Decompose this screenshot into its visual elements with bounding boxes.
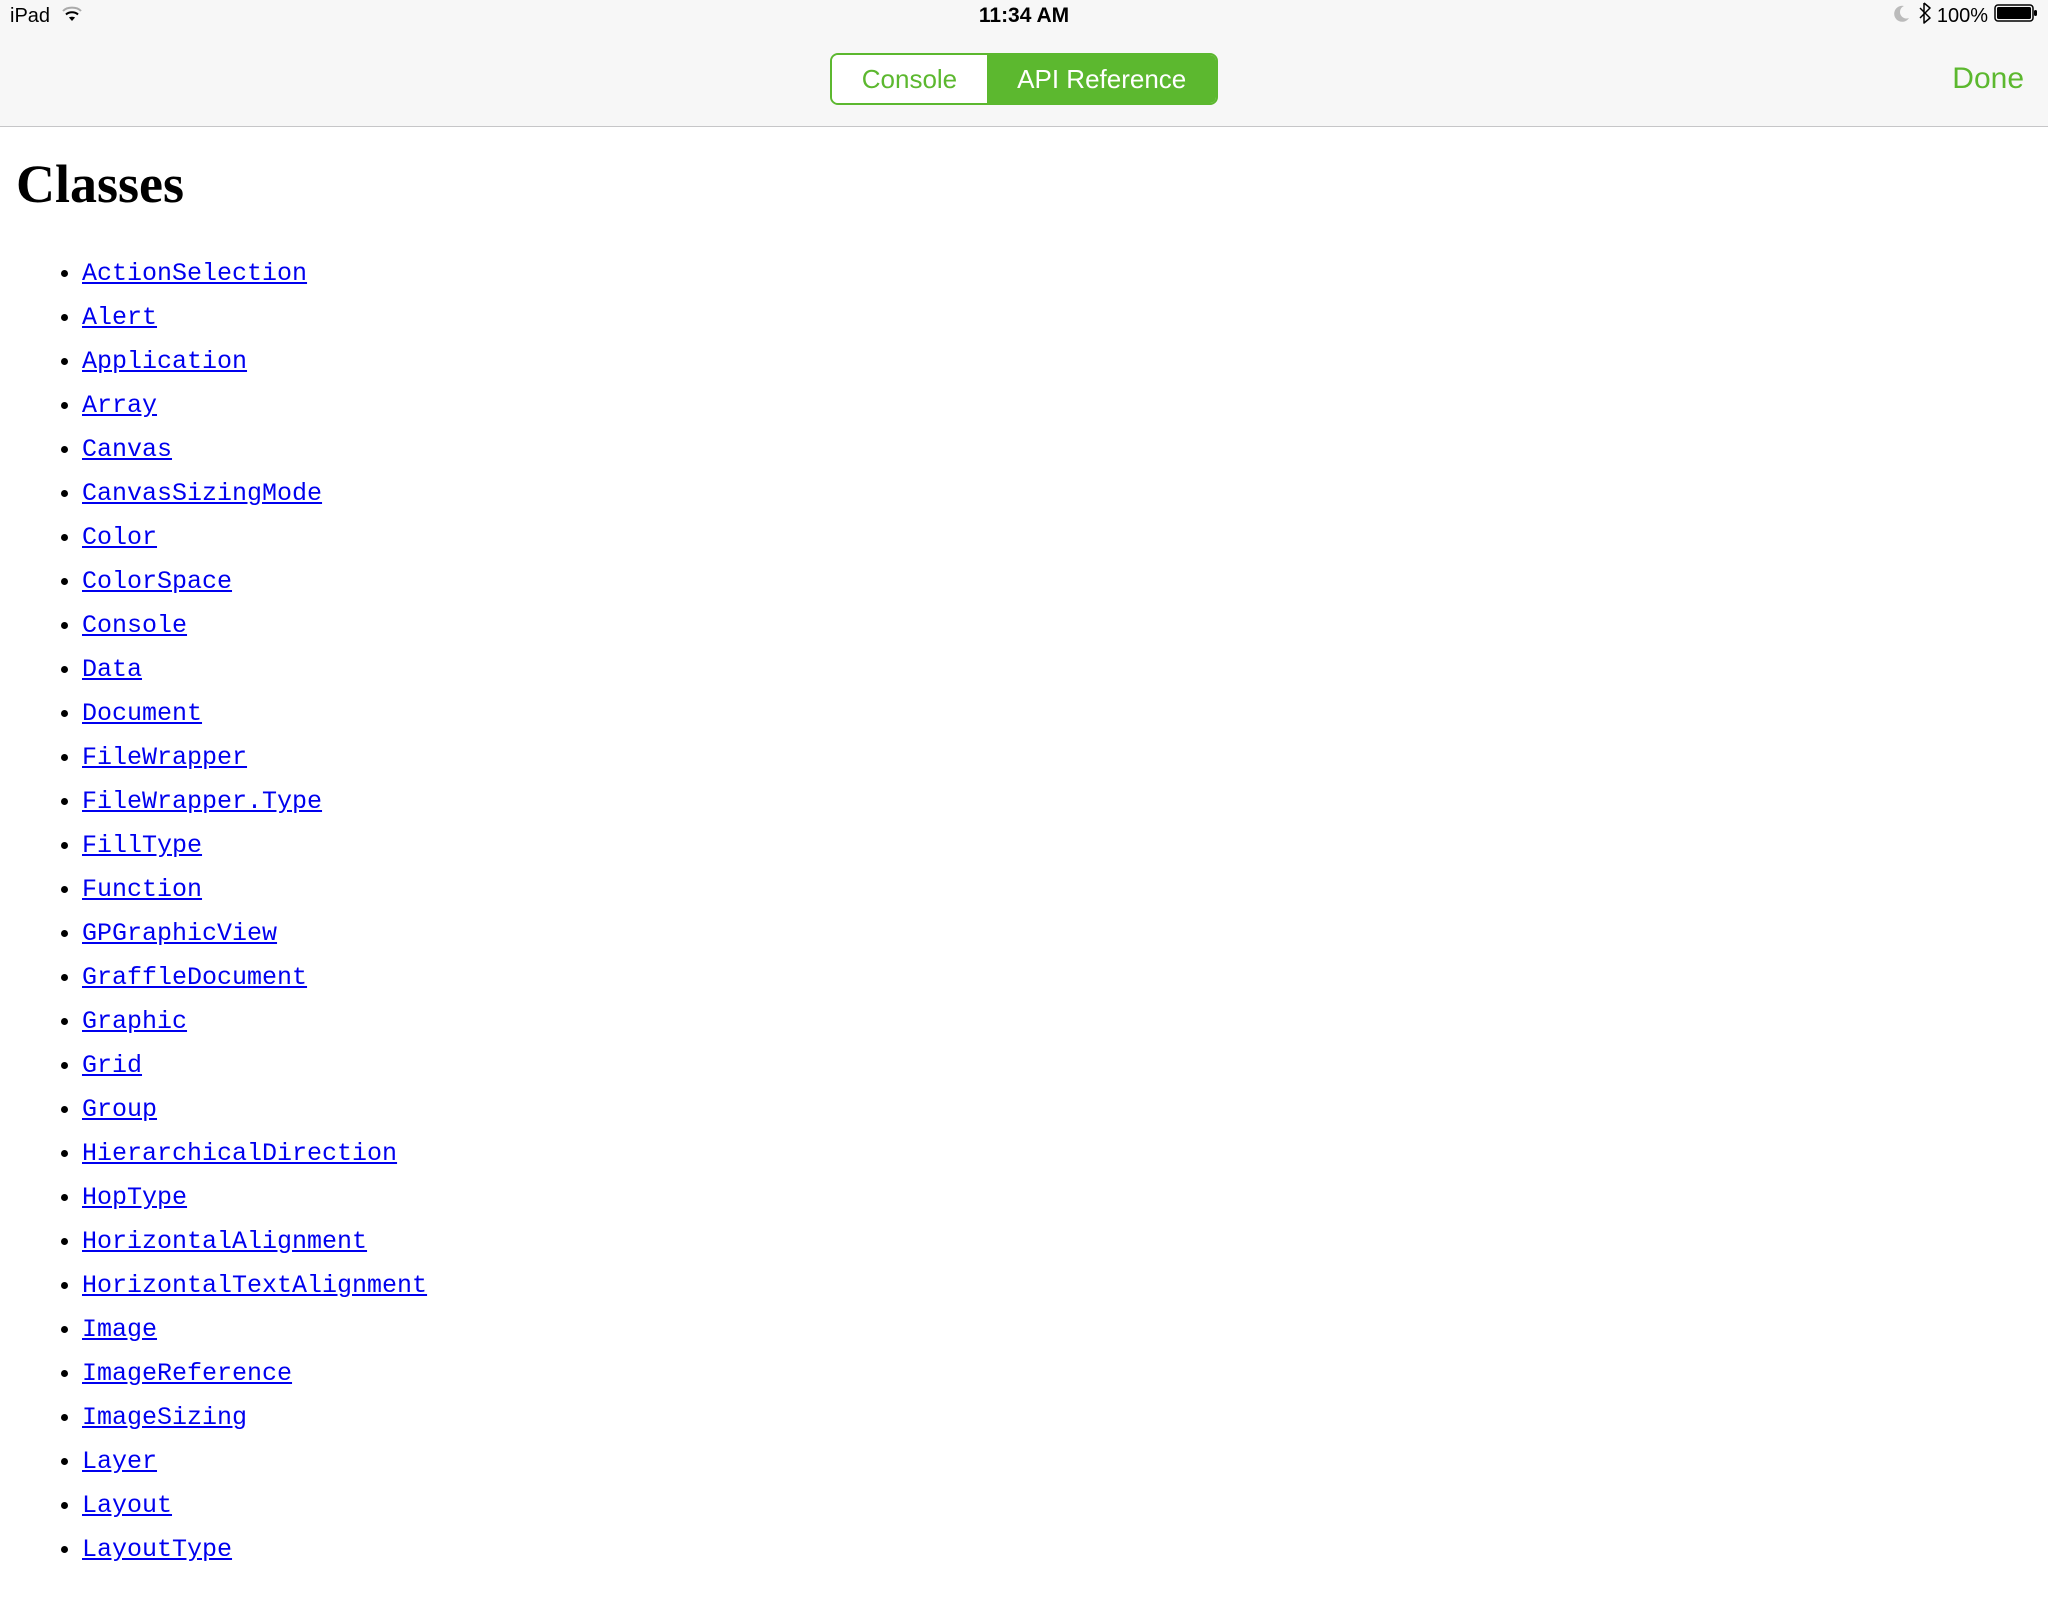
- list-item: Function: [82, 867, 2032, 911]
- class-link[interactable]: Graphic: [82, 1007, 187, 1036]
- status-left: iPad: [10, 3, 84, 29]
- bluetooth-icon: [1917, 2, 1931, 30]
- list-item: Application: [82, 339, 2032, 383]
- class-link[interactable]: Function: [82, 875, 202, 904]
- list-item: HorizontalTextAlignment: [82, 1263, 2032, 1307]
- class-link[interactable]: CanvasSizingMode: [82, 479, 322, 508]
- wifi-icon: [60, 3, 84, 29]
- class-link[interactable]: FileWrapper.Type: [82, 787, 322, 816]
- list-item: Data: [82, 647, 2032, 691]
- battery-icon: [1994, 3, 2038, 29]
- list-item: ActionSelection: [82, 251, 2032, 295]
- battery-percent: 100%: [1937, 5, 1988, 28]
- list-item: LayoutType: [82, 1527, 2032, 1571]
- class-link[interactable]: Grid: [82, 1051, 142, 1080]
- list-item: Array: [82, 383, 2032, 427]
- do-not-disturb-icon: [1891, 4, 1911, 29]
- class-link[interactable]: Array: [82, 391, 157, 420]
- list-item: GraffleDocument: [82, 955, 2032, 999]
- class-link[interactable]: HierarchicalDirection: [82, 1139, 397, 1168]
- class-link[interactable]: HorizontalTextAlignment: [82, 1271, 427, 1300]
- class-link[interactable]: ColorSpace: [82, 567, 232, 596]
- class-link[interactable]: Layout: [82, 1491, 172, 1520]
- list-item: Group: [82, 1087, 2032, 1131]
- class-link[interactable]: Application: [82, 347, 247, 376]
- list-item: GPGraphicView: [82, 911, 2032, 955]
- list-item: FillType: [82, 823, 2032, 867]
- list-item: Layout: [82, 1483, 2032, 1527]
- list-item: Layer: [82, 1439, 2032, 1483]
- class-link[interactable]: FileWrapper: [82, 743, 247, 772]
- content-area: Classes ActionSelectionAlertApplicationA…: [0, 127, 2048, 1597]
- list-item: ImageSizing: [82, 1395, 2032, 1439]
- class-link[interactable]: Canvas: [82, 435, 172, 464]
- list-item: HopType: [82, 1175, 2032, 1219]
- list-item: Canvas: [82, 427, 2032, 471]
- class-link[interactable]: Console: [82, 611, 187, 640]
- segmented-control[interactable]: Console API Reference: [830, 53, 1219, 105]
- list-item: Color: [82, 515, 2032, 559]
- class-link[interactable]: Image: [82, 1315, 157, 1344]
- segment-api-reference[interactable]: API Reference: [987, 55, 1216, 103]
- page-title: Classes: [16, 153, 2032, 215]
- class-link[interactable]: Layer: [82, 1447, 157, 1476]
- class-link[interactable]: GPGraphicView: [82, 919, 277, 948]
- list-item: HierarchicalDirection: [82, 1131, 2032, 1175]
- class-link[interactable]: ActionSelection: [82, 259, 307, 288]
- class-link[interactable]: LayoutType: [82, 1535, 232, 1564]
- status-time: 11:34 AM: [979, 4, 1069, 28]
- list-item: CanvasSizingMode: [82, 471, 2032, 515]
- class-link[interactable]: HorizontalAlignment: [82, 1227, 367, 1256]
- list-item: Document: [82, 691, 2032, 735]
- list-item: FileWrapper.Type: [82, 779, 2032, 823]
- class-link[interactable]: ImageSizing: [82, 1403, 247, 1432]
- status-right: 100%: [1891, 2, 2038, 30]
- list-item: Image: [82, 1307, 2032, 1351]
- segment-console[interactable]: Console: [832, 55, 987, 103]
- nav-bar: Console API Reference Done: [0, 32, 2048, 127]
- class-link[interactable]: ImageReference: [82, 1359, 292, 1388]
- list-item: Console: [82, 603, 2032, 647]
- class-link[interactable]: GraffleDocument: [82, 963, 307, 992]
- list-item: Graphic: [82, 999, 2032, 1043]
- list-item: Grid: [82, 1043, 2032, 1087]
- list-item: FileWrapper: [82, 735, 2032, 779]
- class-link[interactable]: Color: [82, 523, 157, 552]
- class-link[interactable]: Group: [82, 1095, 157, 1124]
- class-link[interactable]: Document: [82, 699, 202, 728]
- done-button[interactable]: Done: [1952, 62, 2024, 96]
- class-link[interactable]: Alert: [82, 303, 157, 332]
- list-item: HorizontalAlignment: [82, 1219, 2032, 1263]
- list-item: ImageReference: [82, 1351, 2032, 1395]
- device-label: iPad: [10, 5, 50, 28]
- class-link[interactable]: HopType: [82, 1183, 187, 1212]
- list-item: Alert: [82, 295, 2032, 339]
- status-bar: iPad 11:34 AM 100%: [0, 0, 2048, 32]
- class-link[interactable]: Data: [82, 655, 142, 684]
- class-link[interactable]: FillType: [82, 831, 202, 860]
- list-item: ColorSpace: [82, 559, 2032, 603]
- class-list: ActionSelection Alert Application Array Canv…: [16, 251, 2032, 1571]
